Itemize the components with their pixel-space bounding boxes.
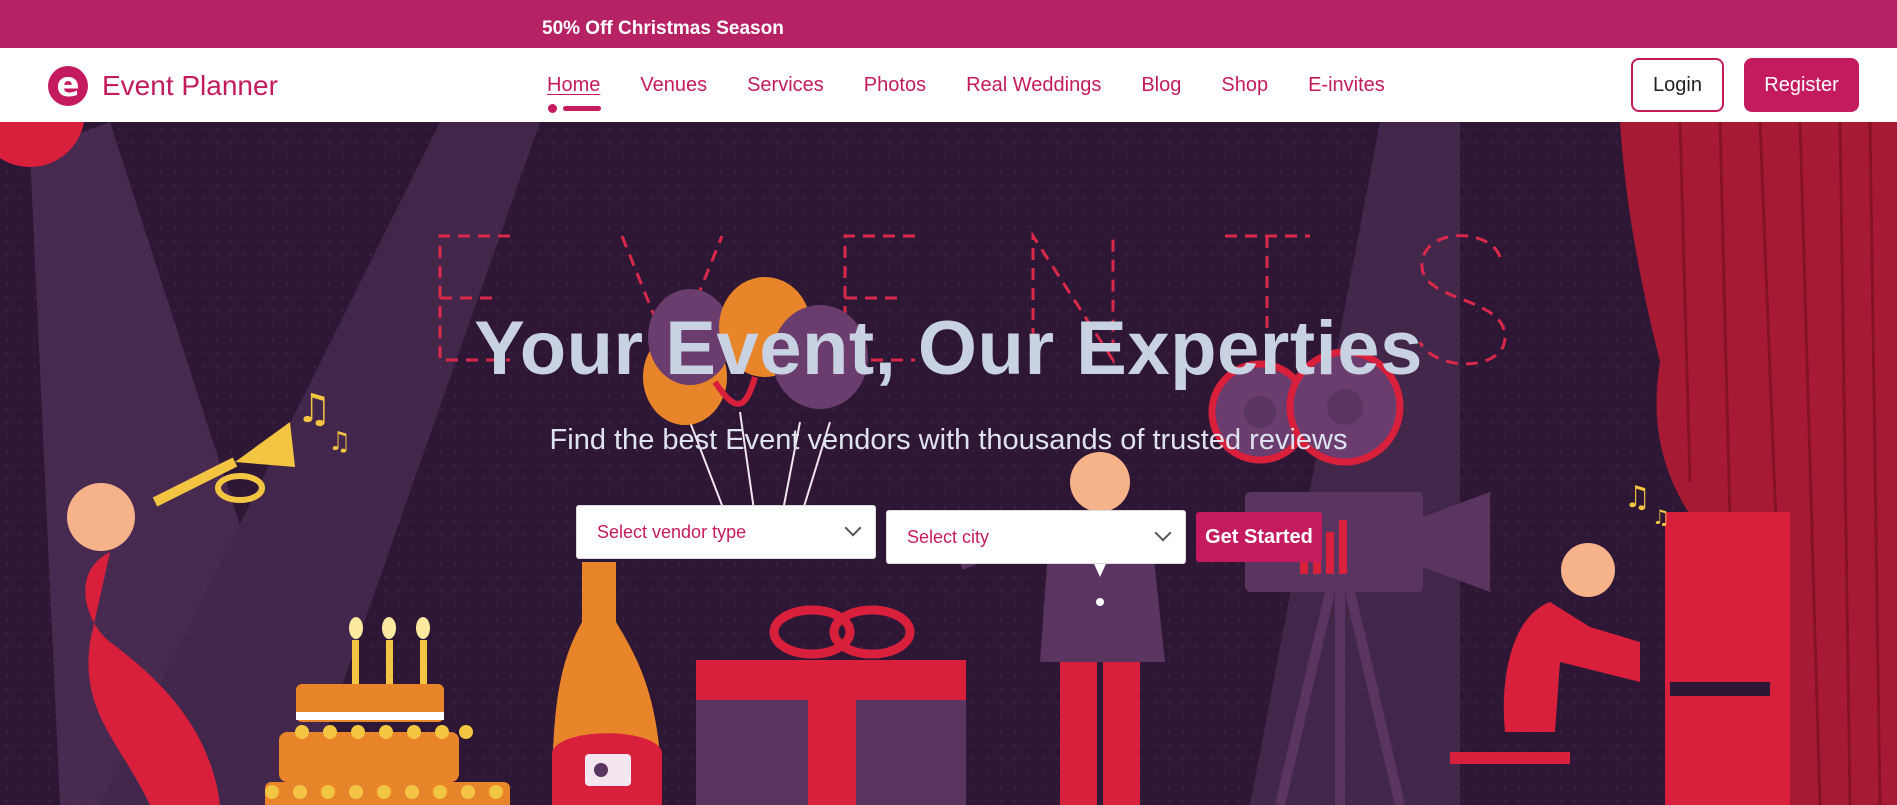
promo-text: 50% Off Christmas Season <box>542 18 784 39</box>
main-menu: Home Venues Services Photos Real Wedding… <box>547 74 1425 113</box>
active-underline-bar <box>563 106 601 111</box>
nav-item-home[interactable]: Home <box>547 74 600 97</box>
brand-logo-link[interactable]: e Event Planner <box>48 66 278 106</box>
get-started-button[interactable]: Get Started <box>1196 512 1322 562</box>
city-select-value: Select city <box>907 527 990 547</box>
city-select[interactable]: Select city <box>886 510 1186 564</box>
login-button[interactable]: Login <box>1631 58 1724 112</box>
vendor-type-select-value: Select vendor type <box>597 522 747 542</box>
hero-subtitle: Find the best Event vendors with thousan… <box>549 424 1348 456</box>
navbar: e Event Planner Home Venues Services Pho… <box>0 48 1897 122</box>
nav-item-e-invites[interactable]: E-invites <box>1308 74 1385 97</box>
nav-item-venues[interactable]: Venues <box>640 74 707 97</box>
svg-text:♫: ♫ <box>1652 505 1670 529</box>
svg-text:♫: ♫ <box>1624 480 1651 515</box>
hero-title: Your Event, Our Experties <box>474 306 1423 391</box>
nav-item-real-weddings[interactable]: Real Weddings <box>966 74 1101 97</box>
nav-item-shop[interactable]: Shop <box>1221 74 1268 97</box>
logo-e-icon: e <box>48 66 88 106</box>
vendor-type-select[interactable]: Select vendor type <box>576 505 876 559</box>
register-button[interactable]: Register <box>1744 58 1859 112</box>
hero-illustration: ♫ ♫ ♫ ♫ <box>0 122 1897 805</box>
nav-item-photos[interactable]: Photos <box>864 74 926 97</box>
chevron-down-icon <box>844 519 862 537</box>
active-dot-icon <box>548 104 557 113</box>
active-nav-indicator <box>547 104 602 113</box>
nav-item-blog[interactable]: Blog <box>1141 74 1181 97</box>
chevron-down-icon <box>1154 524 1172 542</box>
brand-name: Event Planner <box>102 70 278 101</box>
promo-bar: 50% Off Christmas Season <box>0 0 1897 48</box>
nav-item-services[interactable]: Services <box>747 74 824 97</box>
hero-section: ♫ ♫ ♫ ♫ Your Event, Our Experties Find t… <box>0 122 1897 805</box>
